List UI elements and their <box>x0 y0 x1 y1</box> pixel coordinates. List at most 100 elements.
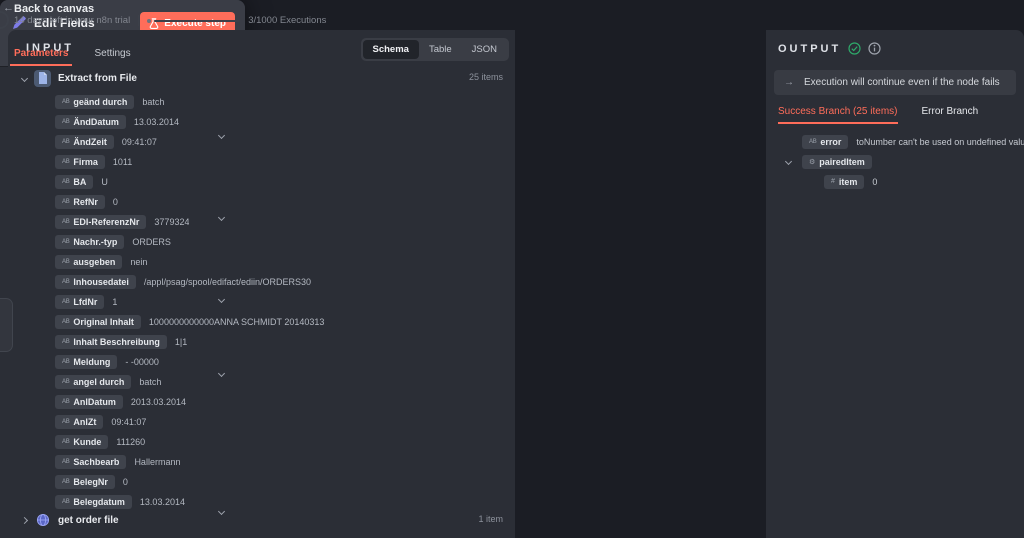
panel-collapse-handle[interactable] <box>0 298 13 352</box>
schema-field-row[interactable]: AB angel durch batch <box>55 374 505 389</box>
output-tab-error-branch[interactable]: Error Branch <box>922 106 979 124</box>
schema-field-row[interactable]: AB AnlZt 09:41:07 <box>55 414 505 429</box>
field-value: 09:41:07 <box>111 416 147 427</box>
schema-field-row[interactable]: AB LfdNr 1 <box>55 294 505 309</box>
field-value: ORDERS <box>132 236 171 247</box>
view-tab-schema[interactable]: Schema <box>362 40 419 59</box>
field-key: Meldung <box>73 356 111 367</box>
secondary-node-items-count: 1 item <box>478 514 503 524</box>
back-arrow-icon[interactable]: ← <box>3 2 14 14</box>
topbar: ← Back to canvas 14 days left in your n8… <box>0 0 1024 30</box>
field-key-pill[interactable]: AB Sachbearb <box>55 454 127 469</box>
field-value: batch <box>142 96 165 107</box>
string-type-icon: AB <box>62 178 70 185</box>
output-key: item <box>838 176 858 187</box>
input-node-name: Extract from File <box>58 72 137 84</box>
field-key-pill[interactable]: AB Nachr.-typ <box>55 234 125 249</box>
schema-field-row[interactable]: AB BA U <box>55 174 505 189</box>
field-key-pill[interactable]: AB angel durch <box>55 374 132 389</box>
field-key-pill[interactable]: AB BA <box>55 174 94 189</box>
input-node-extract-from-file[interactable]: Extract from File <box>20 68 505 88</box>
chevron-right-icon[interactable] <box>20 516 29 524</box>
schema-field-row[interactable]: AB RefNr 0 <box>55 194 505 209</box>
string-type-icon: AB <box>62 478 70 485</box>
field-value: 1|1 <box>174 336 188 347</box>
field-value: 0 <box>122 476 128 487</box>
output-key-pill[interactable]: ⚙ pairedItem <box>802 154 872 169</box>
input-node-get-order-file[interactable]: get order file <box>20 510 505 530</box>
field-key-pill[interactable]: AB RefNr <box>55 194 105 209</box>
view-tab-json[interactable]: JSON <box>462 40 507 59</box>
field-value: 09:41:07 <box>121 136 157 147</box>
field-key: ÄndZeit <box>73 136 107 147</box>
view-tab-table[interactable]: Table <box>419 40 462 59</box>
field-key-pill[interactable]: AB LfdNr <box>55 294 105 309</box>
field-key-pill[interactable]: AB AnlZt <box>55 414 104 429</box>
schema-field-row[interactable]: AB Meldung - -00000 <box>55 354 505 369</box>
field-key: Sachbearb <box>73 456 120 467</box>
continue-on-fail-banner: → Execution will continue even if the no… <box>774 70 1016 95</box>
executions-count: 3/1000 Executions <box>248 15 327 26</box>
schema-field-row[interactable]: AB AnlDatum 2013.03.2014 <box>55 394 505 409</box>
schema-field-row[interactable]: AB ÄndDatum 13.03.2014 <box>55 114 505 129</box>
field-key: angel durch <box>73 376 125 387</box>
field-value: nein <box>130 256 148 267</box>
field-key-pill[interactable]: AB ausgeben <box>55 254 123 269</box>
chevron-down-icon[interactable] <box>20 74 29 82</box>
field-key-pill[interactable]: AB BelegNr <box>55 474 115 489</box>
field-key-pill[interactable]: AB Inhousedatei <box>55 274 136 289</box>
schema-field-row[interactable]: AB BelegNr 0 <box>55 474 505 489</box>
schema-field-row[interactable]: AB Nachr.-typ ORDERS <box>55 234 505 249</box>
object-type-icon: ⚙ <box>809 158 816 166</box>
schema-field-row[interactable]: AB ausgeben nein <box>55 254 505 269</box>
field-key-pill[interactable]: AB Kunde <box>55 434 109 449</box>
schema-field-row[interactable]: AB Firma 1011 <box>55 154 505 169</box>
field-key: Original Inhalt <box>73 316 134 327</box>
string-type-icon: AB <box>62 138 70 145</box>
get-order-file-node-icon <box>34 512 51 529</box>
schema-field-row[interactable]: AB Belegdatum 13.03.2014 <box>55 494 505 509</box>
back-to-canvas-link[interactable]: Back to canvas <box>14 3 94 15</box>
field-key-pill[interactable]: AB Meldung <box>55 354 118 369</box>
output-key-pill[interactable]: AB error <box>802 134 849 149</box>
field-value: 13.03.2014 <box>139 496 185 507</box>
field-key-pill[interactable]: AB AnlDatum <box>55 394 123 409</box>
schema-field-row[interactable]: AB EDI-ReferenzNr 3779324 <box>55 214 505 229</box>
output-tab-success-branch[interactable]: Success Branch (25 items) <box>778 106 898 124</box>
field-key-pill[interactable]: AB ÄndDatum <box>55 114 126 129</box>
schema-field-row[interactable]: AB Sachbearb Hallermann <box>55 454 505 469</box>
string-type-icon: AB <box>62 118 70 125</box>
field-value: /appl/psag/spool/edifact/ediin/ORDERS30 <box>143 276 312 287</box>
field-key: LfdNr <box>73 296 98 307</box>
output-key-pill[interactable]: # item <box>824 174 865 189</box>
schema-field-row[interactable]: AB ÄndZeit 09:41:07 <box>55 134 505 149</box>
output-tree-row[interactable]: ⚙ pairedItem <box>778 154 1016 169</box>
schema-field-row[interactable]: AB Inhalt Beschreibung 1|1 <box>55 334 505 349</box>
string-type-icon: AB <box>62 358 70 365</box>
field-key-pill[interactable]: AB EDI-ReferenzNr <box>55 214 147 229</box>
tab-settings[interactable]: Settings <box>92 48 132 66</box>
field-key: Kunde <box>73 436 102 447</box>
schema-field-row[interactable]: AB Inhousedatei/appl/psag/spool/edifact/e… <box>55 274 505 289</box>
info-icon[interactable] <box>868 42 881 55</box>
chevron-down-icon[interactable] <box>784 157 793 166</box>
field-key-pill[interactable]: AB Belegdatum <box>55 494 132 509</box>
string-type-icon: AB <box>62 378 70 385</box>
string-type-icon: AB <box>62 298 70 305</box>
string-type-icon: AB <box>62 278 70 285</box>
field-key-pill[interactable]: AB Inhalt Beschreibung <box>55 334 167 349</box>
schema-field-row[interactable]: AB Kunde 111260 <box>55 434 505 449</box>
field-key-pill[interactable]: AB Original Inhalt <box>55 314 141 329</box>
schema-field-row[interactable]: AB Original Inhalt 1000000000000ANNA SCHMI… <box>55 314 505 329</box>
field-key: Inhalt Beschreibung <box>73 336 160 347</box>
field-key-pill[interactable]: AB ÄndZeit <box>55 134 114 149</box>
tab-parameters[interactable]: Parameters <box>9 48 73 66</box>
output-tree-row[interactable]: # item 0 <box>778 174 1016 189</box>
input-panel: INPUT Schema Table JSON 25 items Extract f… <box>0 30 515 538</box>
success-check-icon <box>848 42 861 55</box>
field-key-pill[interactable]: AB geänd durch <box>55 94 135 109</box>
schema-field-row[interactable]: AB geänd durch batch <box>55 94 505 109</box>
output-tree-row[interactable]: AB error toNumber can't be used on undefin… <box>778 134 1024 149</box>
field-key-pill[interactable]: AB Firma <box>55 154 105 169</box>
string-type-icon: AB <box>62 158 70 165</box>
